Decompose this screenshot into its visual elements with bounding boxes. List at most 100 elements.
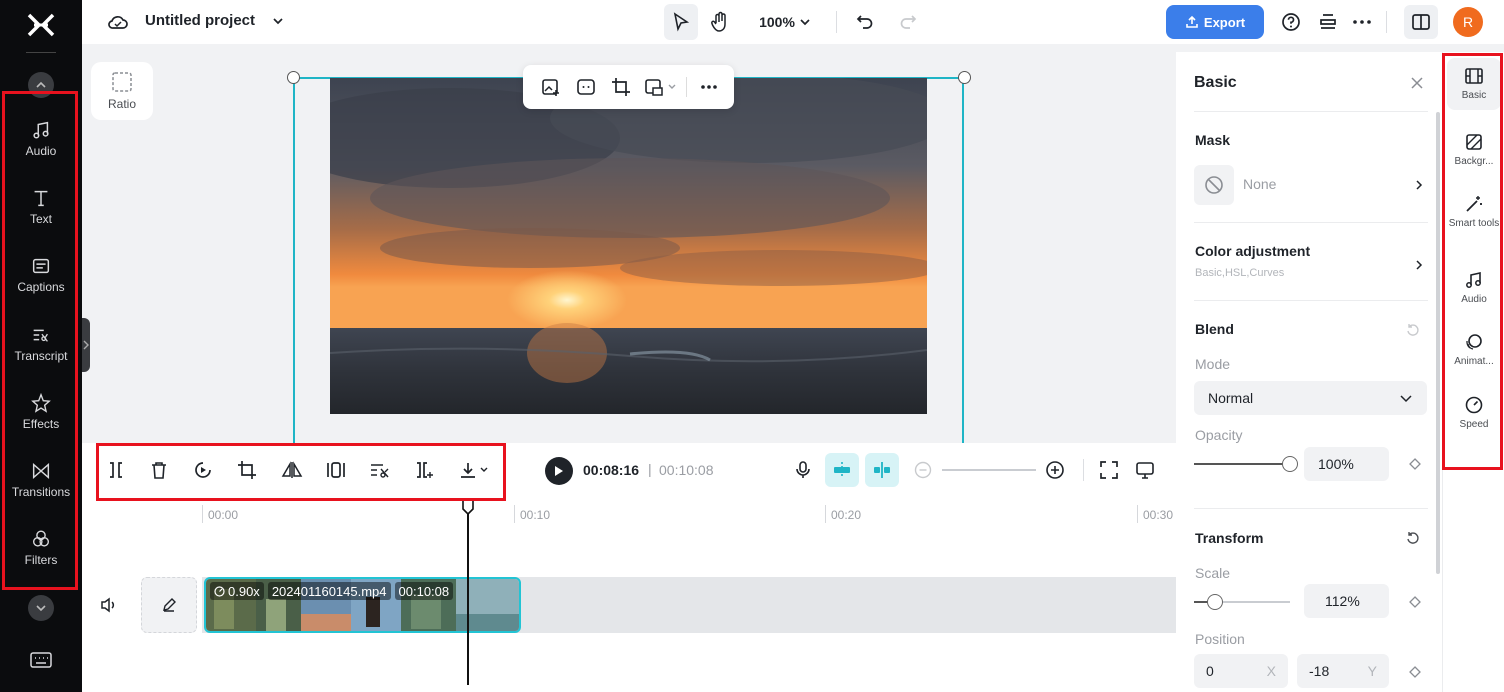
opacity-keyframe-button[interactable] — [1408, 457, 1422, 471]
logo-divider — [26, 52, 56, 53]
avatar[interactable]: R — [1453, 7, 1483, 37]
edit-cover-button[interactable] — [141, 577, 197, 633]
sidebar-item-label: Audio — [25, 143, 57, 158]
sidebar-item-text[interactable]: Text — [0, 172, 82, 240]
sidebar-item-captions[interactable]: Captions — [0, 241, 82, 309]
project-title[interactable]: Untitled project — [145, 12, 255, 29]
tab-audio[interactable]: Audio — [1447, 270, 1501, 306]
hand-tool-button[interactable] — [706, 8, 734, 36]
blend-reset-button[interactable] — [1405, 322, 1421, 338]
playhead-handle-icon[interactable] — [461, 499, 475, 515]
chevron-down-icon[interactable] — [271, 14, 285, 28]
cloud-save-icon[interactable] — [106, 10, 130, 34]
position-y-input[interactable]: -18 Y — [1297, 654, 1389, 688]
video-preview[interactable] — [330, 78, 927, 414]
position-x-input[interactable]: 0 X — [1194, 654, 1288, 688]
crop-button[interactable] — [603, 70, 638, 104]
transform-reset-button[interactable] — [1405, 530, 1421, 546]
flip-button[interactable] — [278, 457, 306, 483]
redo-button[interactable] — [896, 10, 920, 34]
color-adjustment-expand-button[interactable] — [1412, 258, 1426, 272]
playhead[interactable] — [467, 505, 469, 685]
y-axis-label: Y — [1367, 663, 1377, 679]
scale-keyframe-button[interactable] — [1408, 595, 1422, 609]
select-tool-button[interactable] — [664, 4, 698, 40]
delete-button[interactable] — [145, 457, 173, 483]
opacity-value: 100% — [1318, 456, 1354, 472]
play-button[interactable] — [545, 457, 573, 485]
tab-animation[interactable]: Animat... — [1447, 332, 1501, 368]
scale-slider-track[interactable] — [1216, 601, 1290, 603]
more-options-button[interactable] — [1350, 10, 1374, 34]
more-edit-options-button[interactable] — [691, 70, 726, 104]
freeze-frame-button[interactable] — [322, 457, 350, 483]
video-clip[interactable]: 0.90x 202401160145.mp4 00:10:08 — [204, 577, 521, 633]
aspect-ratio-icon — [112, 72, 132, 92]
main-track-magnet-button[interactable] — [825, 453, 859, 487]
zoom-in-button[interactable] — [1041, 457, 1069, 483]
export-button[interactable]: Export — [1166, 5, 1264, 39]
split-button[interactable] — [102, 457, 130, 483]
keyboard-shortcuts-button[interactable] — [29, 650, 53, 670]
zoom-out-button[interactable] — [909, 457, 937, 483]
scroll-down-button[interactable] — [28, 595, 54, 621]
timeline-zoom-slider[interactable] — [942, 469, 1036, 471]
preview-mode-button[interactable] — [1131, 457, 1159, 483]
position-x-value: 0 — [1206, 663, 1214, 679]
smart-crop-button[interactable] — [568, 70, 603, 104]
capcut-logo-icon[interactable] — [24, 8, 58, 42]
download-dropdown-button[interactable] — [454, 457, 494, 483]
undo-icon — [856, 15, 873, 29]
close-panel-button[interactable] — [1406, 72, 1428, 94]
sidebar-collapse-handle[interactable] — [82, 318, 90, 372]
properties-scrollbar[interactable] — [1436, 112, 1440, 574]
fit-timeline-button[interactable] — [1095, 457, 1123, 483]
opacity-slider-track[interactable] — [1194, 463, 1290, 465]
voiceover-button[interactable] — [789, 457, 817, 483]
remove-filler-button[interactable] — [366, 457, 394, 483]
magnet-track-icon — [834, 462, 850, 478]
layers-button[interactable] — [1316, 10, 1340, 34]
tab-smart-tools[interactable]: Smart tools — [1447, 194, 1501, 230]
position-keyframe-button[interactable] — [1408, 665, 1422, 679]
replace-media-button[interactable] — [533, 70, 568, 104]
sidebar-item-effects[interactable]: Effects — [0, 377, 82, 445]
scroll-up-button[interactable] — [28, 72, 54, 98]
resize-handle-top-right[interactable] — [958, 71, 971, 84]
mask-expand-button[interactable] — [1412, 178, 1426, 192]
close-icon — [1411, 77, 1423, 89]
minus-circle-icon — [914, 461, 932, 479]
crop-clip-button[interactable] — [233, 457, 261, 483]
replace-dropdown-button[interactable] — [638, 70, 682, 104]
sidebar-item-audio[interactable]: Audio — [0, 104, 82, 172]
resize-handle-top-left[interactable] — [287, 71, 300, 84]
tab-background[interactable]: Backgr... — [1447, 132, 1501, 168]
sidebar-item-transcript[interactable]: Transcript — [0, 309, 82, 377]
color-adjustment-title[interactable]: Color adjustment — [1195, 243, 1310, 259]
mask-selector[interactable] — [1194, 165, 1234, 205]
tab-label: Smart tools — [1448, 218, 1500, 229]
mute-track-button[interactable] — [98, 595, 120, 615]
tab-basic[interactable]: Basic — [1447, 58, 1501, 110]
opacity-slider-thumb[interactable] — [1282, 456, 1298, 472]
scale-input[interactable]: 112% — [1304, 584, 1389, 618]
opacity-input[interactable]: 100% — [1304, 447, 1389, 481]
snap-button[interactable] — [865, 453, 899, 487]
replay-button[interactable] — [189, 457, 217, 483]
blend-mode-select[interactable]: Normal — [1194, 381, 1427, 415]
sidebar-item-filters[interactable]: Filters — [0, 514, 82, 582]
chevron-down-icon — [668, 84, 675, 89]
ratio-button[interactable]: Ratio — [91, 62, 153, 120]
split-sparkle-icon — [417, 462, 433, 478]
smart-split-button[interactable] — [410, 457, 438, 483]
timeline[interactable]: 00:00 00:10 00:20 00:30 0.90x 2024011601… — [82, 497, 1176, 692]
zoom-dropdown[interactable]: 100% — [754, 10, 816, 34]
sidebar-item-transitions[interactable]: Transitions — [0, 445, 82, 513]
panel-layout-button[interactable] — [1404, 5, 1438, 39]
tab-speed[interactable]: Speed — [1447, 395, 1501, 431]
scale-slider-thumb[interactable] — [1207, 594, 1223, 610]
help-button[interactable] — [1279, 10, 1303, 34]
undo-button[interactable] — [853, 10, 877, 34]
floating-edit-toolbar — [523, 65, 734, 109]
sidebar-item-label: Effects — [22, 416, 60, 431]
